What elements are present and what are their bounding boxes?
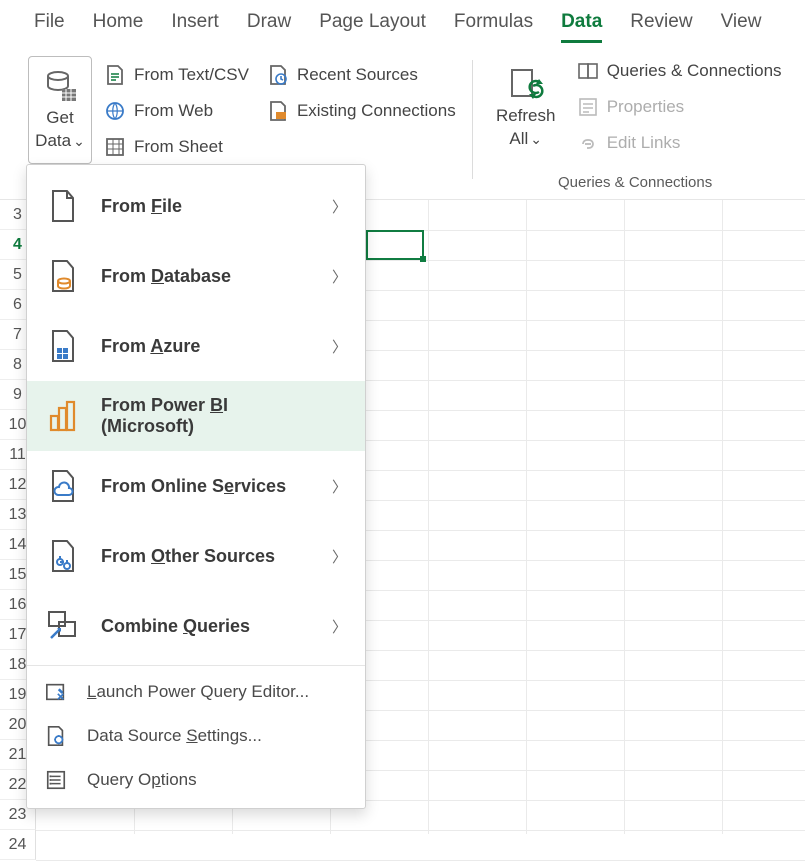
chevron-right-icon: 〉 [332,266,347,287]
menu-item-label: Data Source Settings... [87,726,347,746]
existing-icon [267,100,289,122]
column-gridline [428,200,429,834]
ribbon-existing-connections[interactable]: Existing Connections [267,94,456,128]
chevron-right-icon: 〉 [332,336,347,357]
from-web-icon [104,100,126,122]
from-sheet-icon [104,136,126,158]
menu-item-file[interactable]: From File 〉 [27,171,365,241]
menu-item-label: Combine Queries [101,616,312,637]
ribbon-properties: Properties [577,90,782,124]
get-data-label-2: Data⌄ [35,132,85,151]
chevron-right-icon: 〉 [332,546,347,567]
combine-icon [45,608,81,644]
ribbon-queries-connections[interactable]: Queries & Connections [577,54,782,88]
tab-page-layout[interactable]: Page Layout [319,11,426,39]
menu-item-powerbi[interactable]: From Power BI (Microsoft) [27,381,365,451]
tab-formulas[interactable]: Formulas [454,11,533,39]
queries-icon [577,60,599,82]
ribbon-from-text-csv[interactable]: From Text/CSV [104,58,249,92]
menu-item-label: From File [101,196,312,217]
azure-icon [45,328,81,364]
editlinks-icon [577,132,599,154]
ribbon-item-label: Edit Links [607,133,681,153]
ribbon-group-queries: Refresh All⌄ Queries & Connections Proper… [483,54,788,199]
menu-item-label: Launch Power Query Editor... [87,682,347,702]
column-gridline [624,200,625,834]
get-data-label-1: Get [46,109,73,128]
from-text-icon [104,64,126,86]
cloud-icon [45,468,81,504]
other-icon [45,538,81,574]
options-icon [45,769,67,791]
tab-data[interactable]: Data [561,11,602,39]
menu-item-settings[interactable]: Data Source Settings... [27,714,365,758]
powerbi-icon [45,398,81,434]
ribbon-from-web[interactable]: From Web [104,94,249,128]
tab-insert[interactable]: Insert [171,11,219,39]
row-gridline [36,830,805,831]
menu-item-cloud[interactable]: From Online Services 〉 [27,451,365,521]
column-gridline [526,200,527,834]
row-header[interactable]: 24 [0,830,36,860]
menu-item-combine[interactable]: Combine Queries 〉 [27,591,365,661]
menu-separator [27,665,365,666]
ribbon-item-label: Existing Connections [297,101,456,121]
menu-item-other[interactable]: From Other Sources 〉 [27,521,365,591]
menu-item-label: From Azure [101,336,312,357]
database-icon [45,258,81,294]
ribbon-item-label: Queries & Connections [607,61,782,81]
ribbon-edit-links: Edit Links [577,126,782,160]
ribbon-tabbar: File Home Insert Draw Page Layout Formulas Dat… [0,0,805,44]
menu-item-editor[interactable]: Launch Power Query Editor... [27,670,365,714]
ribbon-item-label: From Sheet [134,137,223,157]
database-cylinder-icon [42,69,78,105]
settings-icon [45,725,67,747]
chevron-down-icon: ⌄ [73,133,85,149]
menu-item-label: From Power BI (Microsoft) [101,395,313,437]
chevron-right-icon: 〉 [332,476,347,497]
ribbon-item-label: Properties [607,97,684,117]
tab-view[interactable]: View [721,11,762,39]
properties-icon [577,96,599,118]
menu-item-database[interactable]: From Database 〉 [27,241,365,311]
refresh-all-label-2: All⌄ [509,130,542,149]
ribbon-separator [472,60,473,179]
chevron-right-icon: 〉 [332,196,347,217]
tab-review[interactable]: Review [630,11,692,39]
get-data-dropdown-menu: From File〉From Database〉From Azure〉From … [26,164,366,809]
editor-icon [45,681,67,703]
menu-item-label: Query Options [87,770,347,790]
tab-draw[interactable]: Draw [247,11,291,39]
ribbon-from-sheet[interactable]: From Sheet [104,130,249,164]
ribbon-recent-sources[interactable]: Recent Sources [267,58,456,92]
refresh-all-button[interactable]: Refresh All⌄ [489,54,563,162]
ribbon-group-label: Queries & Connections [483,174,788,195]
chevron-down-icon: ⌄ [530,131,542,147]
ribbon-item-label: Recent Sources [297,65,418,85]
menu-item-label: From Other Sources [101,546,312,567]
file-icon [45,188,81,224]
ribbon-item-label: From Web [134,101,213,121]
refresh-all-label-1: Refresh [496,107,556,126]
menu-item-label: From Online Services [101,476,312,497]
chevron-right-icon: 〉 [332,616,347,637]
ribbon-item-label: From Text/CSV [134,65,249,85]
cell-selection[interactable] [366,230,424,260]
recent-icon [267,64,289,86]
menu-item-azure[interactable]: From Azure 〉 [27,311,365,381]
menu-item-label: From Database [101,266,312,287]
refresh-icon [508,67,544,103]
tab-home[interactable]: Home [93,11,144,39]
column-gridline [722,200,723,834]
tab-file[interactable]: File [34,11,65,39]
menu-item-options[interactable]: Query Options [27,758,365,802]
get-data-button[interactable]: Get Data⌄ [28,56,92,164]
